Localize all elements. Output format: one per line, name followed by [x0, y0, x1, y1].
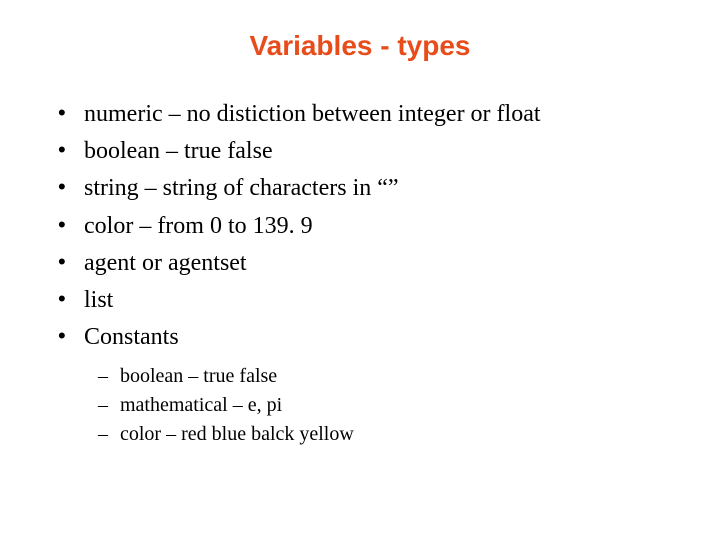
slide: Variables - types numeric – no distictio… [0, 0, 720, 540]
list-item-text: boolean – true false [84, 138, 273, 164]
list-item: agent or agentset [54, 245, 680, 282]
sub-list-item: mathematical – e, pi [98, 391, 680, 420]
list-item: numeric – no distiction between integer … [54, 96, 680, 133]
list-item: Constants [54, 319, 680, 356]
sub-list-item: color – red blue balck yellow [98, 420, 680, 449]
list-item: color – from 0 to 139. 9 [54, 208, 680, 245]
sub-list-item-text: boolean – true false [120, 365, 277, 387]
slide-title: Variables - types [40, 30, 680, 62]
list-item-text: list [84, 287, 113, 313]
list-item-text: string – string of characters in “” [84, 175, 399, 201]
list-item-text: Constants [84, 324, 179, 350]
list-item-text: color – from 0 to 139. 9 [84, 213, 313, 239]
list-item: list [54, 282, 680, 319]
list-item: string – string of characters in “” [54, 170, 680, 207]
sub-bullet-list: boolean – true false mathematical – e, p… [98, 362, 680, 449]
list-item-text: numeric – no distiction between integer … [84, 101, 541, 127]
sub-list-item: boolean – true false [98, 362, 680, 391]
bullet-list: numeric – no distiction between integer … [54, 96, 680, 356]
list-item: boolean – true false [54, 133, 680, 170]
list-item-text: agent or agentset [84, 250, 247, 276]
sub-list-item-text: mathematical – e, pi [120, 394, 282, 416]
sub-list-item-text: color – red blue balck yellow [120, 423, 354, 445]
